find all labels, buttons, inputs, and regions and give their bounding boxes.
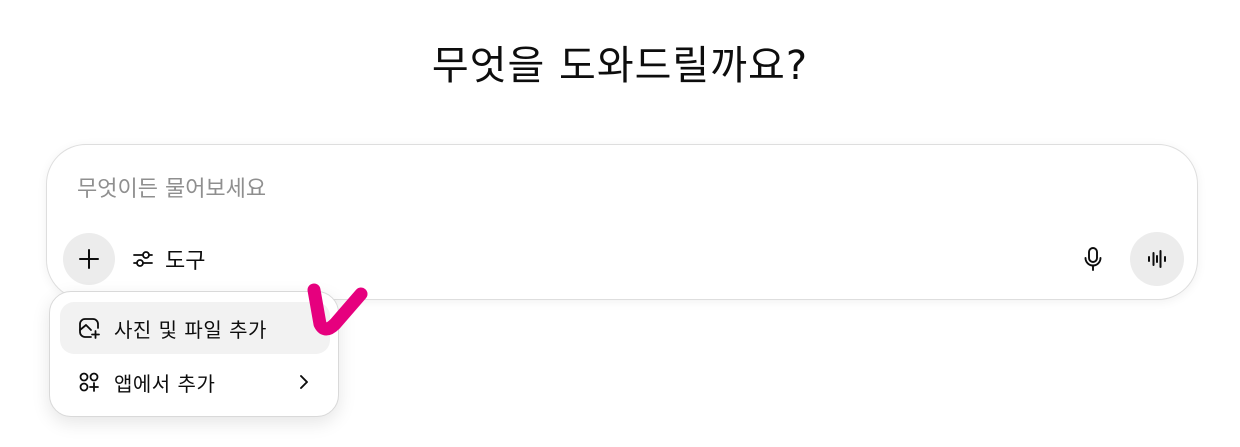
- microphone-icon: [1084, 247, 1102, 271]
- attachment-menu: 사진 및 파일 추가 앱에서 추가: [49, 291, 339, 417]
- sliders-icon: [133, 251, 153, 267]
- tools-button[interactable]: 도구: [127, 241, 209, 277]
- prompt-composer: 도구: [46, 144, 1198, 300]
- add-file-icon: [76, 315, 102, 341]
- chevron-right-icon: [292, 370, 316, 394]
- prompt-input[interactable]: [77, 171, 1057, 207]
- apps-add-icon: [76, 369, 102, 395]
- page-title: 무엇을 도와드릴까요?: [431, 43, 809, 89]
- menu-item-add-photos-files[interactable]: 사진 및 파일 추가: [60, 302, 330, 354]
- checkmark-annotation: [307, 283, 368, 336]
- dictation-button[interactable]: [1073, 239, 1113, 279]
- tools-label: 도구: [165, 249, 206, 274]
- plus-icon: [79, 249, 99, 269]
- voice-waveform-icon: [1148, 250, 1166, 268]
- menu-item-label: 앱에서 추가: [114, 371, 216, 396]
- menu-item-label: 사진 및 파일 추가: [114, 317, 267, 342]
- add-attachment-button[interactable]: [63, 233, 115, 285]
- voice-mode-button[interactable]: [1130, 232, 1184, 286]
- menu-item-add-from-apps[interactable]: 앱에서 추가: [60, 356, 330, 408]
